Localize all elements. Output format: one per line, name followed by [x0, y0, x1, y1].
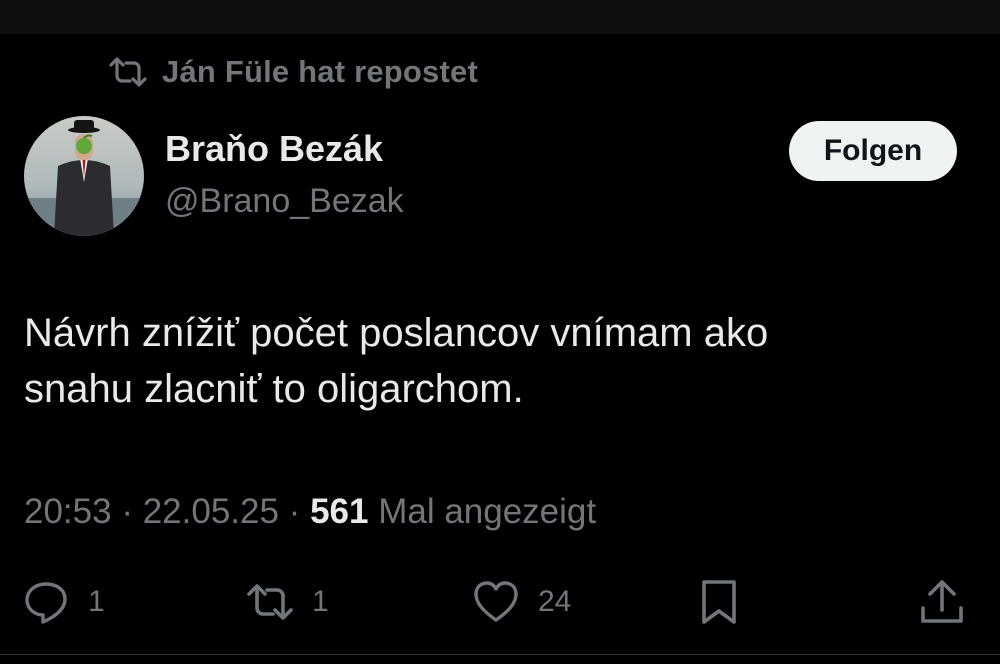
tweet-meta: 20:53 · 22.05.25 · 561 Mal angezeigt — [24, 492, 596, 532]
avatar[interactable] — [24, 116, 144, 236]
repost-icon — [109, 57, 147, 87]
tweet-time[interactable]: 20:53 — [24, 492, 112, 531]
repost-indicator[interactable]: Ján Füle hat repostet — [108, 52, 478, 92]
reply-icon — [25, 582, 67, 624]
author-handle[interactable]: @Brano_Bezak — [165, 182, 404, 221]
tweet-text-line: Návrh znížiť počet poslancov vnímam ako — [24, 311, 769, 355]
tweet-text-line: snahu zlacniť to oligarchom. — [24, 367, 524, 411]
reply-count: 1 — [88, 585, 105, 618]
view-count: 561 — [310, 492, 369, 531]
repost-label: Ján Füle hat repostet — [162, 54, 478, 89]
action-bar: 1 1 24 — [0, 570, 1000, 634]
reply-button[interactable]: 1 — [22, 570, 105, 634]
repost-icon — [247, 584, 293, 620]
repost-count: 1 — [312, 585, 329, 618]
author-name[interactable]: Braňo Bezák — [165, 128, 383, 170]
follow-button[interactable]: Folgen — [789, 121, 957, 181]
bookmark-icon — [702, 580, 736, 624]
tweet-date[interactable]: 22.05.25 — [143, 492, 279, 531]
view-label: Mal angezeigt — [368, 492, 597, 531]
share-button[interactable] — [918, 570, 966, 634]
repost-button[interactable]: 1 — [246, 570, 329, 634]
separator: · — [278, 492, 311, 531]
share-icon — [921, 580, 963, 623]
tweet-text: Návrh znížiť počet poslancov vnímam ako … — [24, 305, 964, 417]
bookmark-button[interactable] — [696, 570, 744, 634]
heart-icon — [474, 581, 518, 622]
separator: · — [111, 492, 143, 531]
status-bar — [0, 0, 1000, 34]
like-count: 24 — [538, 585, 572, 618]
divider — [0, 654, 1000, 655]
like-button[interactable]: 24 — [472, 570, 571, 634]
